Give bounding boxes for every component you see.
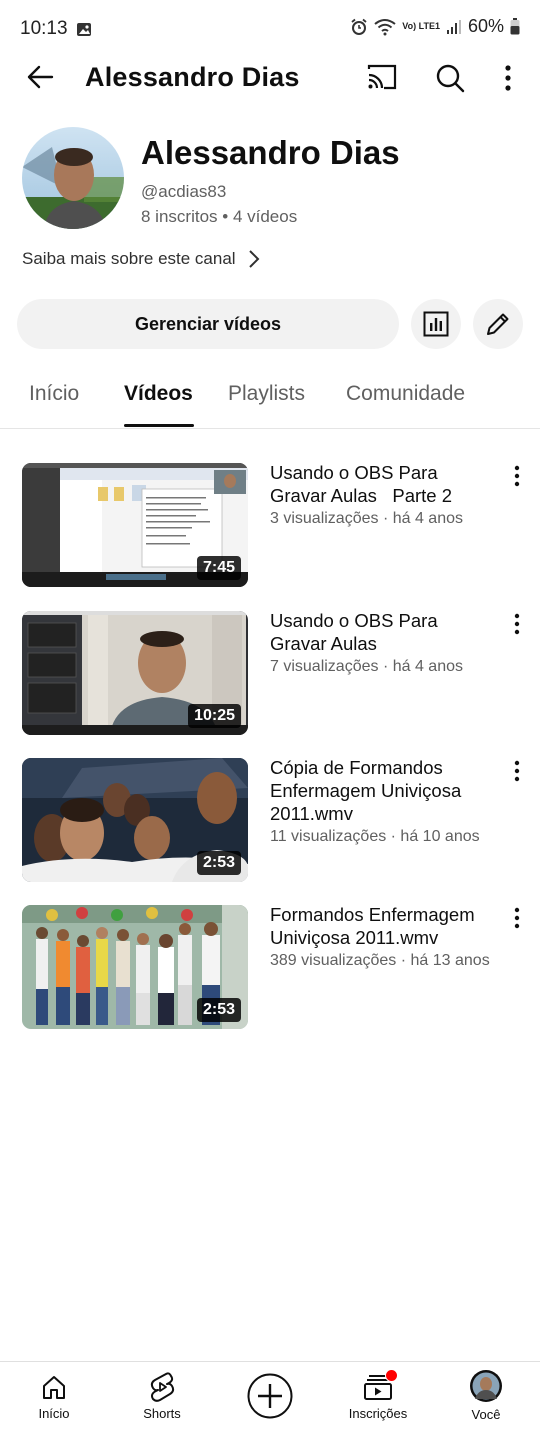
cast-icon[interactable] xyxy=(366,63,398,91)
tab-community[interactable]: Comunidade xyxy=(346,382,465,406)
nav-label: Você xyxy=(471,1407,501,1422)
search-icon[interactable] xyxy=(435,63,465,93)
video-more-icon[interactable] xyxy=(510,465,524,487)
video-title-line: Cópia de Formandos xyxy=(270,757,443,778)
video-thumbnail[interactable]: 2:53 xyxy=(22,905,248,1029)
nav-create[interactable] xyxy=(216,1362,324,1429)
signal-icon xyxy=(446,19,461,34)
video-thumbnail[interactable]: 2:53 xyxy=(22,758,248,882)
video-item[interactable]: 2:53 Formandos Enfermagem Univiçosa 2011… xyxy=(0,903,540,1035)
video-meta: 7 visualizações · há 4 anos xyxy=(270,658,463,675)
video-title-line: 2011.wmv xyxy=(270,803,353,824)
channel-name: Alessandro Dias xyxy=(141,134,400,171)
video-item[interactable]: 2:53 Cópia de Formandos Enfermagem Univi… xyxy=(0,756,540,888)
channel-avatar[interactable] xyxy=(22,127,124,229)
network-label: Vo) LTE1 xyxy=(402,21,440,31)
alarm-icon xyxy=(351,18,367,35)
video-title-line: Enfermagem Univiçosa xyxy=(270,780,462,801)
home-icon xyxy=(43,1376,65,1399)
video-meta: 11 visualizações · há 10 anos xyxy=(270,828,480,845)
nav-label: Início xyxy=(38,1406,70,1421)
analytics-icon xyxy=(423,311,449,337)
bottom-navigation: Início Shorts Inscrições Você xyxy=(0,1361,540,1429)
nav-label: Shorts xyxy=(143,1406,181,1421)
video-title[interactable]: Usando o OBS Para Gravar Aulas Parte 2 xyxy=(270,461,492,507)
video-duration: 10:25 xyxy=(188,704,241,728)
create-icon xyxy=(247,1373,293,1419)
status-icons: Vo) LTE1 60% xyxy=(350,16,520,37)
video-title[interactable]: Cópia de Formandos Enfermagem Univiçosa … xyxy=(270,756,492,825)
notification-dot xyxy=(385,1369,398,1382)
video-title-line: Gravar Aulas xyxy=(270,633,377,654)
nav-subscriptions[interactable]: Inscrições xyxy=(324,1362,432,1429)
video-duration: 7:45 xyxy=(196,556,241,580)
tab-videos[interactable]: Vídeos xyxy=(124,382,193,406)
battery-icon xyxy=(510,18,520,35)
video-duration: 2:53 xyxy=(196,998,241,1022)
tab-home[interactable]: Início xyxy=(29,382,79,406)
channel-tabs: Início Vídeos Playlists Comunidade xyxy=(0,372,540,429)
subscriber-count: 8 inscritos xyxy=(141,207,218,226)
nav-label: Inscrições xyxy=(348,1406,408,1421)
video-title[interactable]: Formandos Enfermagem Univiçosa 2011.wmv xyxy=(270,903,492,949)
video-meta: 389 visualizações · há 13 anos xyxy=(270,952,490,969)
video-title-line: Gravar Aulas Parte 2 xyxy=(270,485,453,506)
video-count: 4 vídeos xyxy=(232,207,298,226)
nav-shorts[interactable]: Shorts xyxy=(108,1362,216,1429)
about-channel-label: Saiba mais sobre este canal xyxy=(22,249,236,268)
nav-you[interactable]: Você xyxy=(432,1362,540,1429)
image-notification-icon xyxy=(77,23,91,36)
nav-home[interactable]: Início xyxy=(0,1362,108,1429)
stats-separator: • xyxy=(217,207,233,226)
manage-videos-button[interactable]: Gerenciar vídeos xyxy=(17,299,399,349)
active-tab-indicator xyxy=(124,424,194,427)
header-title: Alessandro Dias xyxy=(85,62,300,92)
video-more-icon[interactable] xyxy=(510,613,524,635)
video-more-icon[interactable] xyxy=(510,760,524,782)
analytics-button[interactable] xyxy=(411,299,461,349)
back-arrow-icon[interactable] xyxy=(26,62,54,92)
video-item[interactable]: 7:45 Usando o OBS Para Gravar Aulas Part… xyxy=(0,461,540,593)
channel-stats: 8 inscritos • 4 vídeos xyxy=(141,207,297,227)
more-options-icon[interactable] xyxy=(500,64,516,92)
video-item[interactable]: 10:25 Usando o OBS Para Gravar Aulas 7 v… xyxy=(0,609,540,741)
video-thumbnail[interactable]: 7:45 xyxy=(22,463,248,587)
battery-percent: 60% xyxy=(467,16,504,36)
edit-channel-button[interactable] xyxy=(473,299,523,349)
pencil-icon xyxy=(487,313,509,335)
video-more-icon[interactable] xyxy=(510,907,524,929)
channel-handle: @acdias83 xyxy=(141,182,227,201)
video-title-line: Formandos Enfermagem xyxy=(270,904,475,925)
video-title-line: Usando o OBS Para xyxy=(270,610,438,631)
shorts-icon xyxy=(150,1372,175,1402)
video-duration: 2:53 xyxy=(196,851,241,875)
tab-playlists[interactable]: Playlists xyxy=(228,382,305,406)
video-title-line: Univiçosa 2011.wmv xyxy=(270,927,439,948)
video-title-line: Usando o OBS Para xyxy=(270,462,438,483)
video-title[interactable]: Usando o OBS Para Gravar Aulas xyxy=(270,609,492,655)
about-channel-link[interactable]: Saiba mais sobre este canal xyxy=(22,249,260,269)
video-meta: 3 visualizações · há 4 anos xyxy=(270,510,463,527)
chevron-right-icon xyxy=(248,250,259,268)
video-thumbnail[interactable]: 10:25 xyxy=(22,611,248,735)
wifi-icon xyxy=(374,18,396,35)
you-avatar xyxy=(470,1370,502,1402)
status-time: 10:13 xyxy=(20,18,68,39)
